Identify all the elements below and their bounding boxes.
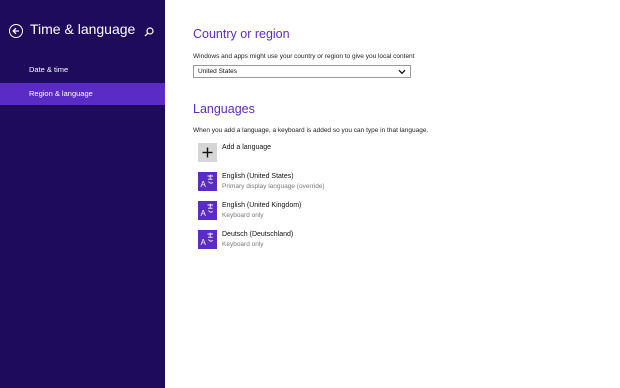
languages-description: When you add a language, a keyboard is a… xyxy=(193,127,429,134)
sidebar-item-region-language[interactable]: Region & language xyxy=(0,83,165,105)
sidebar-item-date-time[interactable]: Date & time xyxy=(0,59,165,81)
language-tile: A xyxy=(198,201,217,220)
language-name: English (United States) xyxy=(222,173,294,180)
back-button[interactable] xyxy=(9,24,23,38)
search-icon xyxy=(144,27,154,37)
language-icon: A xyxy=(201,232,214,247)
add-language-label: Add a language xyxy=(222,144,272,151)
language-name: English (United Kingdom) xyxy=(222,202,302,209)
language-name: Deutsch (Deutschland) xyxy=(222,231,294,238)
sidebar-title: Time & language xyxy=(30,21,136,37)
sidebar-item-label: Date & time xyxy=(29,65,69,74)
country-dropdown-value: United States xyxy=(198,68,238,75)
back-arrow-icon xyxy=(12,27,19,35)
language-item-english-us[interactable]: A English (United States) Primary displa… xyxy=(198,172,428,194)
language-tile: A xyxy=(198,230,217,249)
language-detail: Keyboard only xyxy=(222,241,264,248)
language-tile: A xyxy=(198,172,217,191)
country-section-title: Country or region xyxy=(193,27,290,41)
language-icon: A xyxy=(201,174,214,189)
svg-text:A: A xyxy=(201,209,207,218)
plus-icon xyxy=(202,147,213,158)
svg-text:A: A xyxy=(201,180,207,189)
language-item-deutsch[interactable]: A Deutsch (Deutschland) Keyboard only xyxy=(198,230,428,252)
chevron-down-icon xyxy=(398,69,406,75)
add-language-tile xyxy=(198,143,217,162)
country-description: Windows and apps might use your country … xyxy=(193,53,415,60)
language-icon: A xyxy=(201,203,214,218)
country-dropdown[interactable]: United States xyxy=(193,65,411,78)
svg-text:A: A xyxy=(201,238,207,247)
search-button[interactable] xyxy=(143,25,155,37)
sidebar-header: Time & language xyxy=(9,21,157,44)
sidebar-item-label: Region & language xyxy=(29,89,93,98)
main-content: Country or region Windows and apps might… xyxy=(165,0,620,388)
sidebar: Time & language Date & time Region & lan… xyxy=(0,0,165,388)
language-item-english-uk[interactable]: A English (United Kingdom) Keyboard only xyxy=(198,201,428,223)
languages-section-title: Languages xyxy=(193,102,255,116)
language-detail: Primary display language (override) xyxy=(222,183,325,190)
language-detail: Keyboard only xyxy=(222,212,264,219)
